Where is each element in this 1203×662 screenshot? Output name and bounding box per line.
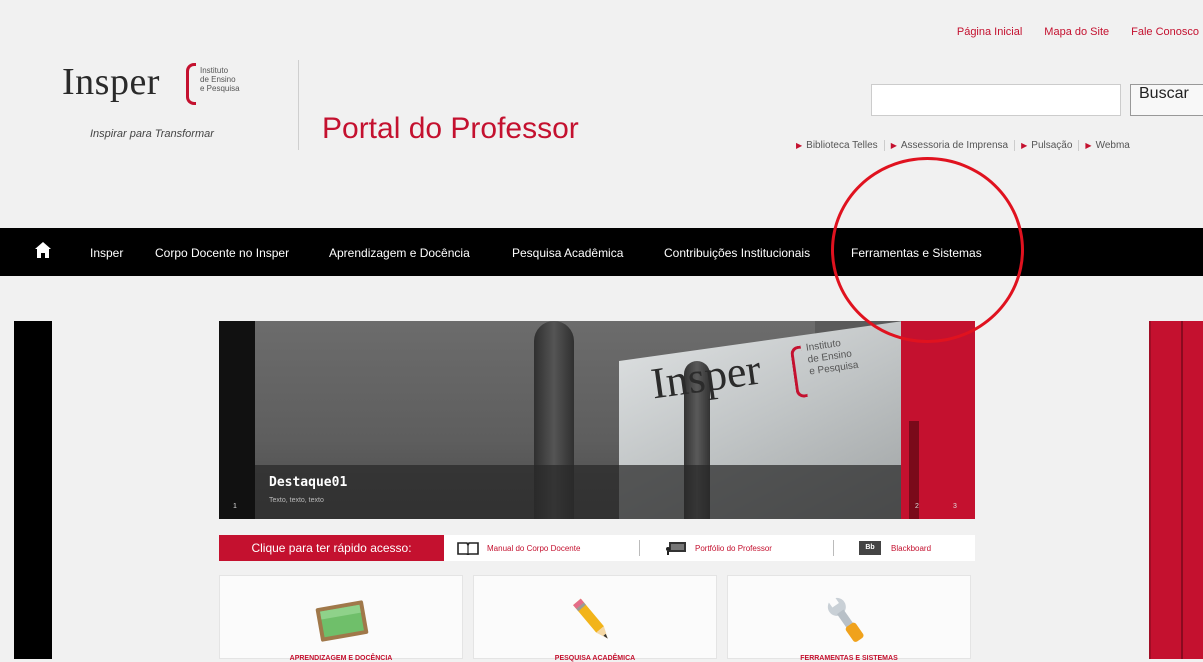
nav-item-aprendizagem[interactable]: Aprendizagem e Docência	[329, 246, 470, 260]
top-link-fale-conosco[interactable]: Fale Conosco	[1131, 26, 1199, 38]
banner-subtitle: Texto, texto, texto	[269, 497, 324, 504]
slide-indicator-1[interactable]: 1	[233, 503, 237, 510]
left-decor-bar	[14, 321, 52, 659]
chalkboard-icon	[315, 600, 369, 642]
hero-banner[interactable]: Insper Instituto de Ensino e Pesquisa De…	[219, 321, 975, 519]
logo-wordmark: Insper	[62, 61, 160, 103]
logo-bracket	[186, 63, 196, 105]
quick-link-assessoria[interactable]: ▶ Assessoria de Imprensa	[885, 140, 1016, 151]
nav-item-contribuicoes[interactable]: Contribuições Institucionais	[664, 246, 810, 260]
book-icon	[457, 542, 479, 555]
nav-item-corpo-docente[interactable]: Corpo Docente no Insper	[155, 246, 289, 260]
pencil-icon	[573, 598, 608, 639]
banner-title: Destaque01	[269, 475, 348, 490]
search-input[interactable]	[871, 84, 1121, 116]
nav-item-pesquisa[interactable]: Pesquisa Acadêmica	[512, 246, 623, 260]
logo-institute-text: Instituto de Ensino e Pesquisa	[200, 66, 240, 93]
arrow-right-icon: ▶	[1085, 141, 1092, 150]
banner-caption: Destaque01 Texto, texto, texto	[255, 465, 901, 519]
home-icon[interactable]	[34, 241, 52, 259]
main-nav: Insper Corpo Docente no Insper Aprendiza…	[0, 228, 1203, 276]
logo-tagline: Inspirar para Transformar	[90, 128, 214, 140]
presentation-icon	[666, 542, 686, 555]
top-link-pagina-inicial[interactable]: Página Inicial	[957, 26, 1022, 38]
wrench-icon	[827, 596, 864, 642]
nav-item-insper[interactable]: Insper	[90, 246, 123, 260]
quick-link-blackboard[interactable]: Bb Blackboard	[859, 535, 931, 561]
card-ferramentas[interactable]: FERRAMENTAS E SISTEMAS	[727, 575, 971, 662]
quick-link-pulsacao[interactable]: ▶ Pulsação	[1015, 140, 1080, 151]
top-link-mapa-do-site[interactable]: Mapa do Site	[1044, 26, 1109, 38]
arrow-right-icon: ▶	[890, 141, 897, 150]
arrow-right-icon: ▶	[1021, 141, 1028, 150]
search-button[interactable]: Buscar	[1130, 84, 1203, 116]
quick-link-manual[interactable]: Manual do Corpo Docente	[457, 535, 580, 561]
quick-access-bar: Clique para ter rápido acesso: Manual do…	[219, 535, 975, 561]
arrow-right-icon: ▶	[796, 141, 803, 150]
slide-indicator-2[interactable]: 2	[915, 503, 919, 510]
slide-indicator-3[interactable]: 3	[953, 503, 957, 510]
right-decor-bar	[1149, 321, 1203, 659]
header-divider	[298, 60, 299, 150]
quick-link-portfolio[interactable]: Portfólio do Professor	[665, 535, 772, 561]
card-aprendizagem[interactable]: APRENDIZAGEM E DOCÊNCIA	[219, 575, 463, 662]
quick-link-biblioteca[interactable]: ▶ Biblioteca Telles	[790, 140, 885, 151]
card-pesquisa[interactable]: PESQUISA ACADÊMICA	[473, 575, 717, 662]
quick-access-label: Clique para ter rápido acesso:	[219, 535, 444, 561]
blackboard-icon: Bb	[859, 541, 881, 555]
top-links: Página Inicial Mapa do Site Fale Conosco	[957, 26, 1199, 38]
nav-item-ferramentas[interactable]: Ferramentas e Sistemas	[851, 246, 982, 260]
header-quick-links: ▶ Biblioteca Telles ▶ Assessoria de Impren…	[790, 140, 1136, 151]
page-title: Portal do Professor	[322, 112, 579, 145]
quick-link-webmail[interactable]: ▶ Webma	[1079, 140, 1135, 151]
